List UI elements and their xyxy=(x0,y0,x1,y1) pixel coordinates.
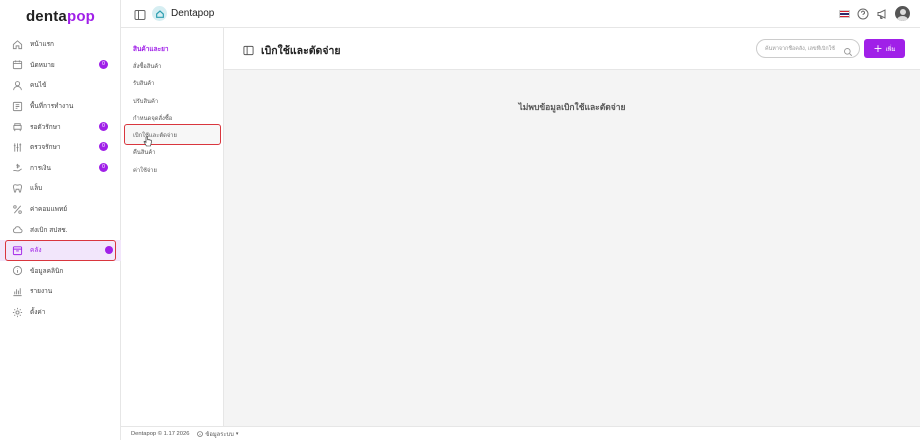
submenu-item-reorder-point[interactable]: กำหนดจุดสั่งซื้อ xyxy=(133,113,172,123)
info-icon xyxy=(197,430,204,437)
sidebar-item-treatment[interactable]: ตรวจรักษา 0 xyxy=(0,137,121,158)
search-box xyxy=(756,39,860,58)
count-badge: 0 xyxy=(99,121,108,131)
help-icon[interactable] xyxy=(857,8,869,20)
count-badge: 0 xyxy=(99,163,108,173)
sidebar: dentapop หน้าแรก นัดหมาย 0 คนไข้ พื้นที่… xyxy=(0,0,121,440)
info-icon xyxy=(11,265,23,277)
count-badge: 0 xyxy=(99,60,108,70)
calendar-icon xyxy=(11,59,23,71)
thai-flag-icon[interactable] xyxy=(839,9,850,18)
system-info-label: ข้อมูลระบบ xyxy=(205,431,234,438)
sidebar-item-label: ตรวจรักษา xyxy=(30,144,61,152)
search-input[interactable] xyxy=(765,44,845,54)
user-avatar[interactable] xyxy=(895,6,910,21)
sidebar-item-nhso-claim[interactable]: ส่งเบิก สปสช. xyxy=(0,219,121,240)
sidebar-item-appointments[interactable]: นัดหมาย 0 xyxy=(0,55,121,76)
plus-icon: + xyxy=(873,41,883,55)
sidebar-item-home[interactable]: หน้าแรก xyxy=(0,34,121,55)
submenu-item-expenses[interactable]: ค่าใช้จ่าย xyxy=(133,165,157,175)
active-indicator-dot xyxy=(105,245,113,254)
add-button-label: เพิ่ม xyxy=(885,46,896,53)
system-info-link[interactable]: ข้อมูลระบบ ▾ xyxy=(197,429,238,439)
submenu-item-return-goods[interactable]: คืนสินค้า xyxy=(133,147,155,157)
logo-text: denta xyxy=(25,8,67,25)
count-badge: 0 xyxy=(99,142,108,152)
sidebar-item-label: นัดหมาย xyxy=(30,61,55,69)
top-bar: Dentapop xyxy=(121,0,920,28)
sidebar-toggle-icon[interactable] xyxy=(134,8,146,20)
sidebar-nav: หน้าแรก นัดหมาย 0 คนไข้ พื้นที่การทำงาน … xyxy=(0,34,121,322)
main-content: เบิกใช้และตัดจ่าย + เพิ่ม ไม่พบข้อมูลเบิ… xyxy=(224,28,920,426)
app-logo[interactable]: dentapop xyxy=(0,8,121,25)
panel-icon[interactable] xyxy=(243,43,254,56)
footer: Dentapop © 1.17 2026 ข้อมูลระบบ ▾ xyxy=(121,426,920,440)
tooth-icon xyxy=(11,182,23,194)
hand-cursor-icon xyxy=(143,136,152,147)
sidebar-item-label: รอตัวรักษา xyxy=(30,123,61,131)
sidebar-item-label: รายงาน xyxy=(30,288,53,296)
page-header: เบิกใช้และตัดจ่าย + เพิ่ม xyxy=(224,28,920,70)
clinic-name: Dentapop xyxy=(171,8,215,19)
empty-state-message: ไม่พบข้อมูลเบิกใช้และตัดจ่าย xyxy=(518,102,626,112)
submenu-item-withdraw-dispense[interactable]: เบิกใช้และตัดจ่าย xyxy=(133,130,177,140)
search-icon[interactable] xyxy=(843,44,853,57)
megaphone-icon[interactable] xyxy=(876,8,888,20)
sidebar-item-label: พื้นที่การทำงาน xyxy=(30,103,74,111)
submenu-item-purchase-order[interactable]: สั่งซื้อสินค้า xyxy=(133,61,161,71)
sidebar-item-label: ตั้งค่า xyxy=(30,309,46,317)
user-icon xyxy=(11,79,23,91)
workspace-icon xyxy=(11,100,23,112)
sidebar-item-inventory[interactable]: คลัง xyxy=(0,239,121,261)
sidebar-item-label: หน้าแรก xyxy=(30,41,54,49)
sidebar-item-label: การเงิน xyxy=(30,164,51,172)
sidebar-item-settings[interactable]: ตั้งค่า xyxy=(0,302,121,323)
logo-accent-text: pop xyxy=(66,8,96,25)
clinic-logo-icon xyxy=(152,6,167,21)
sidebar-item-label: คลัง xyxy=(30,247,42,255)
cloud-icon xyxy=(11,224,23,236)
box-icon xyxy=(11,244,23,256)
sidebar-item-workspace[interactable]: พื้นที่การทำงาน xyxy=(0,96,121,117)
copyright-text: Dentapop © 1.17 2026 xyxy=(131,430,190,437)
submenu-title: สินค้าและยา xyxy=(133,46,169,53)
sidebar-item-reports[interactable]: รายงาน xyxy=(0,281,121,302)
money-icon xyxy=(11,162,23,174)
sidebar-item-finance[interactable]: การเงิน 0 xyxy=(0,158,121,179)
percent-icon xyxy=(11,203,23,215)
chart-icon xyxy=(11,285,23,297)
sidebar-item-label: คนไข้ xyxy=(30,82,47,90)
gear-icon xyxy=(11,306,23,318)
app-root: dentapop หน้าแรก นัดหมาย 0 คนไข้ พื้นที่… xyxy=(0,0,920,440)
sidebar-item-label: ส่งเบิก สปสช. xyxy=(30,226,68,234)
chair-icon xyxy=(11,121,23,133)
sidebar-item-clinic-info[interactable]: ข้อมูลคลินิก xyxy=(0,261,121,282)
topbar-actions xyxy=(839,6,910,21)
submenu-item-adjust-stock[interactable]: ปรับสินค้า xyxy=(133,96,158,106)
tools-icon xyxy=(11,141,23,153)
inventory-submenu: สินค้าและยา สั่งซื้อสินค้า รับสินค้า ปรั… xyxy=(121,28,224,426)
home-icon xyxy=(11,38,23,50)
sidebar-item-patients[interactable]: คนไข้ xyxy=(0,75,121,96)
add-button[interactable]: + เพิ่ม xyxy=(864,39,905,58)
sidebar-item-label: แล็บ xyxy=(30,185,43,193)
chevron-down-icon: ▾ xyxy=(235,430,239,437)
page-title: เบิกใช้และตัดจ่าย xyxy=(261,45,341,57)
sidebar-item-waiting[interactable]: รอตัวรักษา 0 xyxy=(0,116,121,137)
sidebar-item-commission[interactable]: ค่าคอมแพทย์ xyxy=(0,199,121,220)
submenu-item-receive-goods[interactable]: รับสินค้า xyxy=(133,78,154,88)
sidebar-item-label: ค่าคอมแพทย์ xyxy=(30,206,68,214)
sidebar-item-label: ข้อมูลคลินิก xyxy=(30,267,64,275)
sidebar-item-lab[interactable]: แล็บ xyxy=(0,178,121,199)
